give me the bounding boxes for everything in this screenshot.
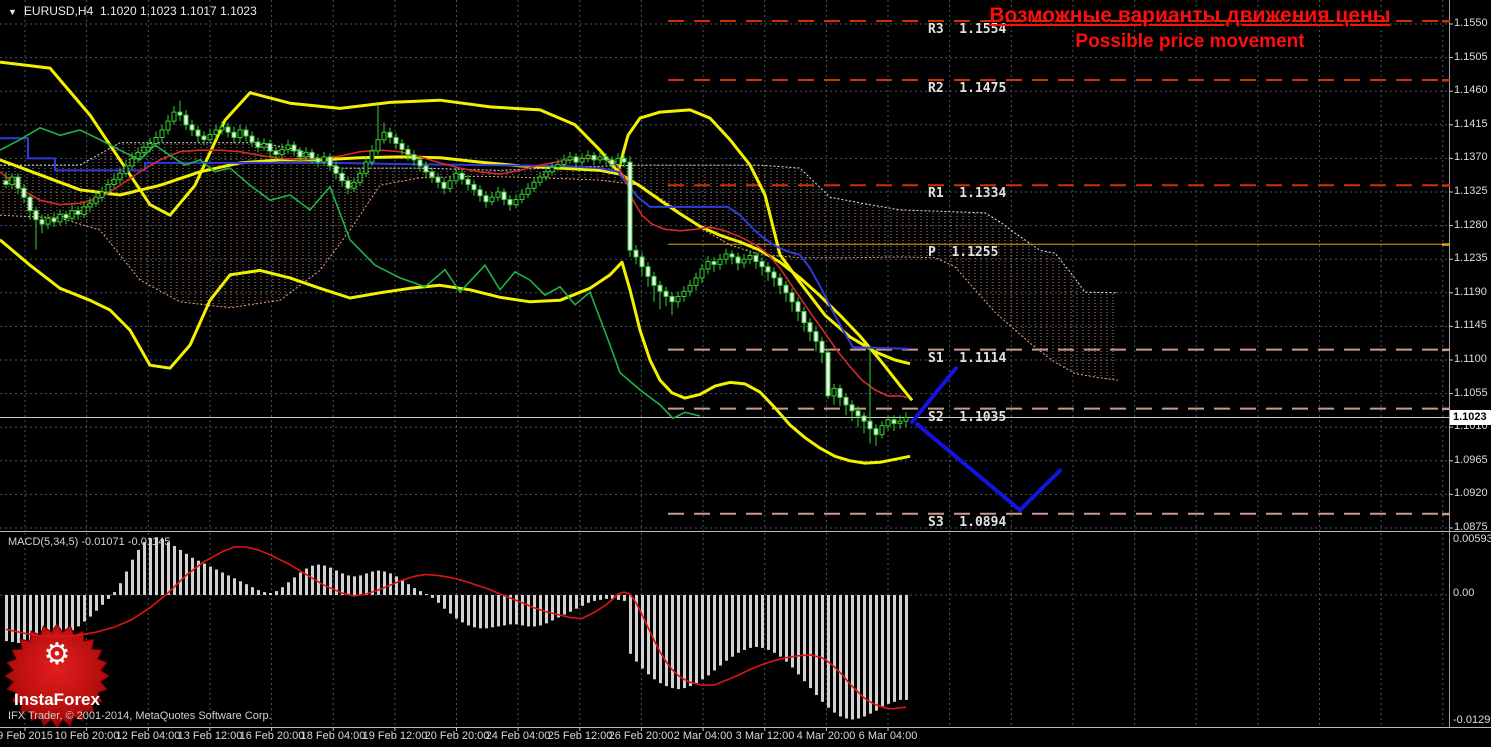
gear-icon: ⚙ <box>44 638 71 671</box>
forecast-line-down <box>915 422 1062 513</box>
logo-text: InstaForex <box>14 690 101 709</box>
pivot-label-S3: S3 1.0894 <box>928 515 1007 530</box>
price-axis-label: 1.1280 <box>1454 219 1488 231</box>
current-price-tag: 1.1023 <box>1450 410 1491 425</box>
pivot-label-R1: R1 1.1334 <box>928 186 1007 201</box>
macd-pane: ⚙ InstaForex <box>0 533 1449 727</box>
chart-window: ⚙ InstaForex ▼ EURUSD,H4 1.1020 1.1023 1.1… <box>0 0 1491 747</box>
price-axis-label: 1.1100 <box>1454 353 1487 365</box>
axis-mark-S1 <box>1442 348 1450 352</box>
macd-scale-zero: 0.00 <box>1453 587 1475 599</box>
annotation-russian: Возможные варианты движения цены <box>989 4 1391 27</box>
macd-indicator-label: MACD(5,34,5) -0.01071 -0.01145 <box>8 536 171 548</box>
macd-scale-max: 0.00593 <box>1453 533 1491 545</box>
copyright-text: IFX Trader, © 2001-2014, MetaQuotes Soft… <box>8 710 272 722</box>
ichimoku-cloud <box>0 142 1118 381</box>
price-axis-label: 1.0875 <box>1454 521 1488 533</box>
price-axis-label: 1.1145 <box>1454 319 1487 331</box>
ohlc-values: 1.1020 1.1023 1.1017 1.1023 <box>99 4 257 18</box>
axis-mark-R2 <box>1442 79 1450 82</box>
axis-mark-R1 <box>1442 184 1450 187</box>
macd-value: -0.01071 <box>81 536 125 548</box>
price-axis-label: 1.1190 <box>1454 286 1487 298</box>
price-axis-label: 1.1505 <box>1454 51 1488 63</box>
symbol-timeframe: EURUSD,H4 <box>23 4 94 18</box>
chart-title: ▼ EURUSD,H4 1.1020 1.1023 1.1017 1.1023 <box>8 4 257 18</box>
axis-mark-S3 <box>1442 512 1450 516</box>
pivot-label-P: P 1.1255 <box>928 245 999 260</box>
price-axis-label: 1.1550 <box>1454 17 1488 29</box>
price-axis-label: 1.1235 <box>1454 252 1488 264</box>
price-axis-label: 1.1370 <box>1454 151 1488 163</box>
pivot-label-S1: S1 1.1114 <box>928 351 1007 366</box>
chevron-down-icon[interactable]: ▼ <box>8 7 17 17</box>
chart-canvas[interactable]: ⚙ InstaForex <box>0 0 1491 747</box>
price-axis-label: 1.1325 <box>1454 185 1488 197</box>
pivot-label-S2: S2 1.1035 <box>928 410 1007 425</box>
macd-scale-min: -0.01299 <box>1453 714 1491 726</box>
macd-signal-value: -0.01145 <box>127 536 171 548</box>
main-pane <box>0 0 1449 531</box>
pivot-label-R2: R2 1.1475 <box>928 81 1007 96</box>
price-axis-label: 1.1415 <box>1454 118 1488 130</box>
price-axis-label: 1.1460 <box>1454 84 1488 96</box>
axis-mark-P <box>1442 243 1450 246</box>
annotation-english: Possible price movement <box>1075 31 1305 52</box>
time-axis-label: 6 Mar 04:00 <box>858 730 918 742</box>
price-axis-label: 1.1055 <box>1454 387 1488 399</box>
price-axis-label: 1.0965 <box>1454 454 1488 466</box>
axis-mark-S2 <box>1442 407 1450 411</box>
price-axis-label: 1.0920 <box>1454 487 1488 499</box>
